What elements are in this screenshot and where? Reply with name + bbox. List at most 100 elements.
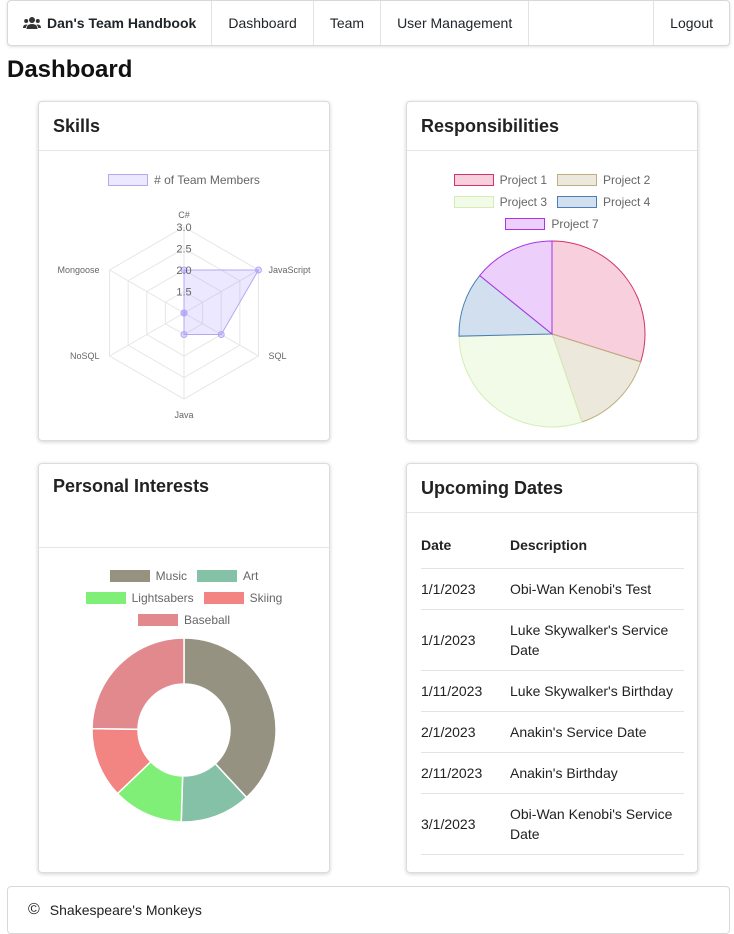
responsibilities-card-title: Responsibilities <box>407 102 697 151</box>
legend-row: Project 1 Project 2 <box>407 173 697 187</box>
radar-category-label: NoSQL <box>70 351 100 361</box>
legend-swatch <box>557 174 597 186</box>
legend-item[interactable]: Music <box>109 569 187 583</box>
skills-radar-chart: 1.5 2.0 2.5 3.0 C# JavaScript SQL Java NoSQL Mong… <box>57 210 311 420</box>
legend-swatch <box>453 174 494 186</box>
skills-card: Skills # of Team Members 1.5 2.0 2.5 3.0 C# J… <box>38 101 330 441</box>
page-title: Dashboard <box>7 56 133 83</box>
radar-point[interactable] <box>217 331 225 338</box>
legend-row: Baseball <box>39 613 329 627</box>
upcoming-dates-card-title: Upcoming Dates <box>407 464 697 513</box>
legend-item[interactable]: Lightsabers <box>85 591 194 605</box>
radar-tick-label: 2.5 <box>176 244 191 256</box>
legend-swatch <box>108 174 149 186</box>
interests-card: Personal Interests Music Art Lightsabers Sk… <box>38 463 330 873</box>
legend-label: Project 3 <box>499 195 547 209</box>
date-cell: 1/11/2023 <box>421 670 510 712</box>
legend-swatch <box>85 592 126 604</box>
nav-user-management[interactable]: User Management <box>381 1 530 45</box>
upcoming-dates-card: Upcoming Dates Date Description 1/1/2023… <box>406 463 698 873</box>
legend-label: Project 1 <box>499 173 547 187</box>
radar-category-label: SQL <box>268 351 286 361</box>
radar-category-label: JavaScript <box>268 265 311 275</box>
legend-swatch <box>197 570 237 582</box>
legend-label: Skiing <box>249 591 283 605</box>
radar-point[interactable] <box>180 331 188 338</box>
radar-tick-label: 1.5 <box>176 287 191 299</box>
description-cell: Obi-Wan Kenobi's Test <box>510 568 684 610</box>
legend-item[interactable]: Project 4 <box>557 195 650 209</box>
date-cell: 1/1/2023 <box>421 568 510 610</box>
brand-link[interactable]: Dan's Team Handbook <box>8 1 213 45</box>
description-cell: Anakin's Service Date <box>510 711 684 753</box>
users-icon <box>23 17 41 29</box>
skills-card-title: Skills <box>39 102 329 151</box>
radar-category-label: Mongoose <box>57 265 99 275</box>
legend-swatch <box>557 196 597 208</box>
copyright-icon: © <box>28 901 40 918</box>
date-cell: 3/1/2023 <box>421 793 510 855</box>
legend-row: Music Art <box>39 569 329 583</box>
interests-doughnut-chart <box>91 637 277 823</box>
table-row: 1/1/2023 Obi-Wan Kenobi's Test <box>421 568 684 610</box>
nav-team[interactable]: Team <box>314 1 382 45</box>
date-cell: 2/11/2023 <box>421 752 510 794</box>
legend-label: Lightsabers <box>131 591 194 605</box>
date-cell: 1/1/2023 <box>421 609 510 671</box>
description-column-header: Description <box>510 522 684 569</box>
radar-point[interactable] <box>180 309 188 317</box>
legend-label: Music <box>155 569 187 583</box>
description-cell: Anakin's Birthday <box>510 752 684 794</box>
footer: © Shakespeare's Monkeys <box>7 886 730 934</box>
logout-link[interactable]: Logout <box>654 1 729 45</box>
legend-label: Project 7 <box>551 217 599 231</box>
legend-label: # of Team Members <box>154 173 260 187</box>
radar-tick-label: 3.0 <box>176 222 191 234</box>
legend-label: Project 4 <box>603 195 651 209</box>
legend-item[interactable]: Art <box>197 569 258 583</box>
table-row: 1/11/2023 Luke Skywalker's Birthday <box>421 670 684 712</box>
legend-row: Project 7 <box>407 217 697 231</box>
legend-item[interactable]: Project 7 <box>505 217 599 231</box>
interests-card-title: Personal Interests <box>39 464 329 548</box>
legend-item[interactable]: Project 3 <box>453 195 547 209</box>
skills-legend: # of Team Members <box>39 173 329 187</box>
legend-item[interactable]: Baseball <box>137 613 231 627</box>
radar-point[interactable] <box>254 266 262 274</box>
table-row: 1/1/2023 Luke Skywalker's Service Date <box>421 609 684 671</box>
nav-spacer <box>529 1 655 45</box>
legend-label: Baseball <box>183 613 231 627</box>
doughnut-slice[interactable] <box>91 637 185 731</box>
nav-dashboard[interactable]: Dashboard <box>212 1 314 45</box>
legend-item[interactable]: Project 1 <box>453 173 547 187</box>
legend-label: Art <box>243 569 259 583</box>
legend-swatch <box>137 614 178 626</box>
legend-row: Lightsabers Skiing <box>39 591 329 605</box>
brand-label: Dan's Team Handbook <box>47 15 197 31</box>
legend-row: Project 3 Project 4 <box>407 195 697 209</box>
upcoming-dates-table: Date Description 1/1/2023 Obi-Wan Kenobi'… <box>421 522 684 855</box>
date-column-header: Date <box>421 522 510 569</box>
responsibilities-pie-chart <box>458 240 646 428</box>
description-cell: Luke Skywalker's Service Date <box>510 609 684 671</box>
legend-item[interactable]: Project 2 <box>557 173 650 187</box>
description-cell: Obi-Wan Kenobi's Service Date <box>510 793 684 855</box>
table-row: 3/1/2023 Obi-Wan Kenobi's Service Date <box>421 793 684 855</box>
table-header-row: Date Description <box>421 522 684 569</box>
legend-item[interactable]: Skiing <box>203 591 283 605</box>
legend-item[interactable]: # of Team Members <box>108 173 260 187</box>
legend-swatch <box>203 592 244 604</box>
radar-category-label: C# <box>178 210 190 220</box>
radar-series-area <box>183 269 260 335</box>
description-cell: Luke Skywalker's Birthday <box>510 670 684 712</box>
table-row: 2/1/2023 Anakin's Service Date <box>421 711 684 753</box>
date-cell: 2/1/2023 <box>421 711 510 753</box>
table-row: 2/11/2023 Anakin's Birthday <box>421 752 684 794</box>
legend-label: Project 2 <box>603 173 651 187</box>
legend-swatch <box>109 570 150 582</box>
radar-tick-label: 2.0 <box>176 265 191 277</box>
responsibilities-card: Responsibilities Project 1 Project 2 Proje… <box>406 101 698 441</box>
legend-swatch <box>453 196 494 208</box>
radar-category-label: Java <box>174 410 193 420</box>
footer-text: Shakespeare's Monkeys <box>49 902 202 918</box>
